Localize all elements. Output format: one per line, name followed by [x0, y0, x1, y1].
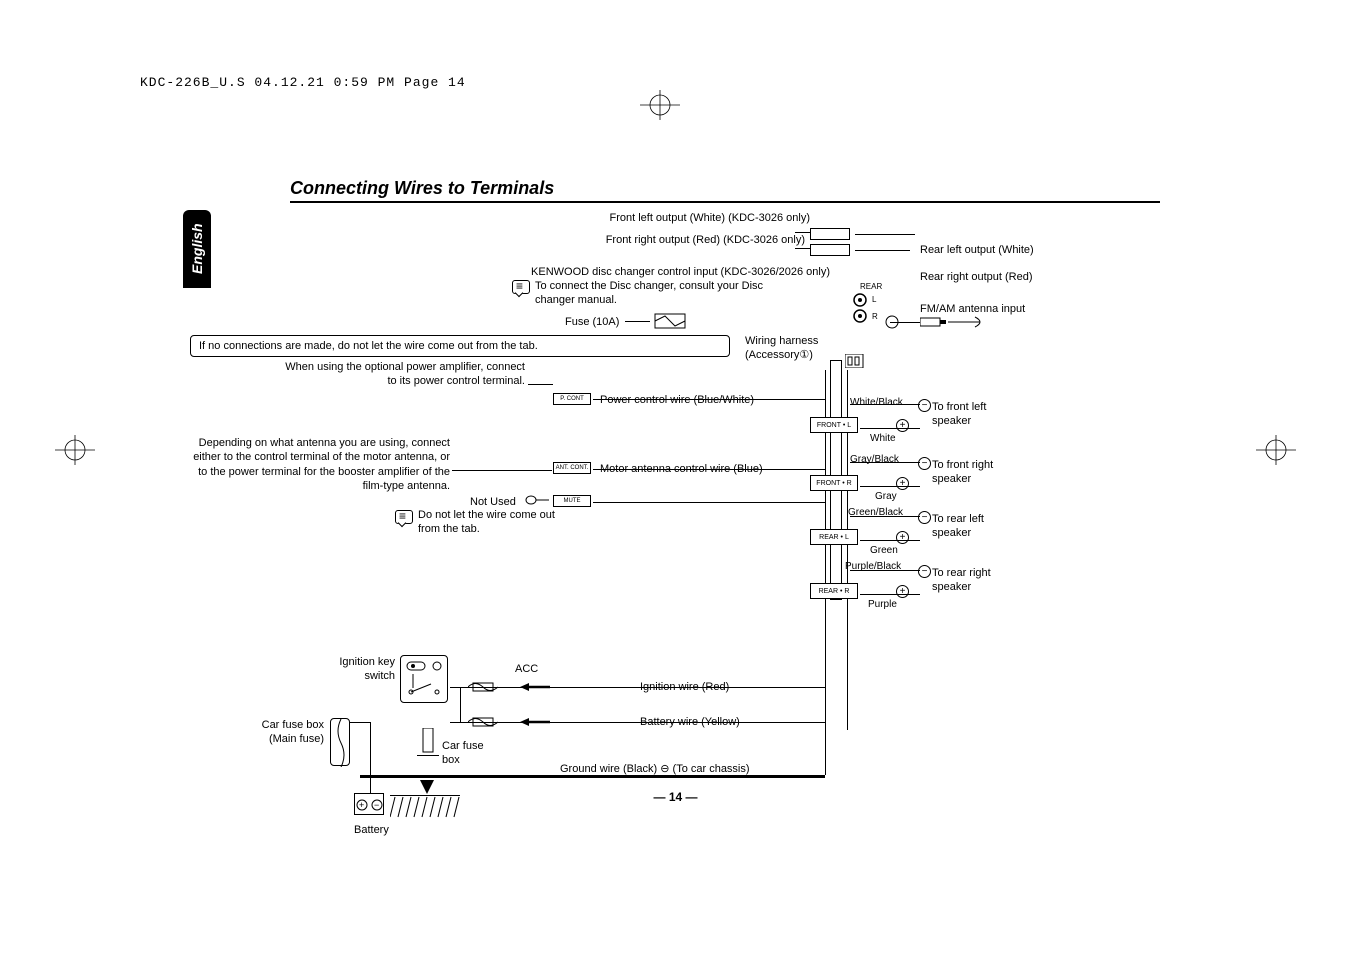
polarity-neg-fl: −: [918, 399, 931, 412]
speaker-box-rear-r: REAR • R: [810, 583, 858, 599]
ground-arrow-icon: [420, 780, 434, 794]
carfuse-box: [330, 718, 350, 766]
label-ground-wire: Ground wire (Black) ⊖ (To car chassis): [560, 762, 750, 776]
not-used-plug-icon: [525, 495, 549, 505]
label-ign-wire: Ignition wire (Red): [640, 680, 729, 694]
label-front-left-out: Front left output (White) (KDC-3026 only…: [460, 211, 810, 225]
label-white: White: [870, 432, 896, 445]
car-fuse-box-icon: [417, 728, 439, 756]
polarity-neg-rr: −: [918, 565, 931, 578]
harness-connector-icon: [845, 354, 865, 368]
label-green: Green: [870, 544, 898, 557]
note-icon-2: [395, 510, 413, 524]
polarity-pos-fr: +: [896, 477, 909, 490]
label-rear-right-spk: To rear right speaker: [932, 566, 1002, 595]
page-number: — 14 —: [653, 790, 697, 804]
label-green-black: Green/Black: [848, 506, 903, 519]
arrow-ign: [520, 683, 550, 691]
polarity-pos-rr: +: [896, 585, 909, 598]
label-rear-tag: REAR: [860, 282, 882, 292]
svg-text:−: −: [374, 800, 379, 810]
label-rear-right-out: Rear right output (Red): [920, 270, 1033, 284]
label-gray-black: Gray/Black: [850, 453, 899, 466]
crop-mark-right: [1256, 435, 1296, 465]
no-connection-warning: If no connections are made, do not let t…: [190, 335, 730, 357]
antenna-input-circle: [885, 315, 899, 329]
speaker-box-front-r: FRONT • R: [810, 475, 858, 491]
speaker-box-rear-l: REAR • L: [810, 529, 858, 545]
ground-hatch-icon: [390, 795, 460, 825]
crop-mark-top: [640, 90, 680, 120]
label-power-amp-note: When using the optional power amplifier,…: [280, 360, 525, 389]
label-fuse: Fuse (10A): [565, 315, 619, 329]
speaker-box-front-l: FRONT • L: [810, 417, 858, 433]
wire-tag-mute: MUTE: [553, 495, 591, 507]
fuse-icon: [650, 306, 690, 336]
rca-front-right: [810, 244, 850, 256]
label-kenwood-changer: KENWOOD disc changer control input (KDC-…: [440, 265, 830, 279]
label-white-black: White/Black: [850, 396, 903, 409]
page-header: KDC-226B_U.S 04.12.21 0:59 PM Page 14: [140, 75, 466, 90]
wiring-diagram: Front left output (White) (KDC-3026 only…: [190, 200, 1160, 800]
label-acc: ACC: [515, 662, 538, 676]
crop-mark-left: [55, 435, 95, 465]
wire-tag-antcont: ANT. CONT.: [553, 462, 591, 474]
label-battery: Battery: [354, 823, 389, 837]
battery-icon: +−: [354, 793, 384, 815]
rca-front-left: [810, 228, 850, 240]
label-l: L: [872, 295, 876, 305]
label-purple-black: Purple/Black: [845, 560, 901, 573]
label-car-fuse-main: Car fuse box (Main fuse): [248, 718, 324, 747]
arrow-batt: [520, 718, 550, 726]
label-rear-left-out: Rear left output (White): [920, 243, 1034, 257]
note-icon: [512, 280, 530, 294]
polarity-neg-rl: −: [918, 511, 931, 524]
ignition-box: [400, 655, 448, 703]
label-disc-note: To connect the Disc changer, consult you…: [535, 279, 785, 308]
label-wiring-harness: Wiring harness (Accessory①): [745, 334, 845, 363]
label-antenna-note: Depending on what antenna you are using,…: [190, 436, 450, 493]
label-front-left-spk: To front left speaker: [932, 400, 1002, 429]
svg-text:+: +: [359, 800, 364, 810]
label-r: R: [872, 312, 878, 322]
label-front-right-spk: To front right speaker: [932, 458, 1002, 487]
polarity-pos-rl: +: [896, 531, 909, 544]
polarity-neg-fr: −: [918, 457, 931, 470]
label-front-right-out: Front right output (Red) (KDC-3026 only): [460, 233, 805, 247]
antenna-plug-icon: [920, 315, 990, 330]
label-gray: Gray: [875, 490, 897, 503]
label-no-tab-note: Do not let the wire come out from the ta…: [418, 508, 568, 537]
wire-tag-pcont: P. CONT: [553, 393, 591, 405]
polarity-pos-fl: +: [896, 419, 909, 432]
label-batt-wire: Battery wire (Yellow): [640, 715, 740, 729]
rear-jacks-icon: [850, 292, 890, 332]
label-rear-left-spk: To rear left speaker: [932, 512, 1002, 541]
label-purple: Purple: [868, 598, 897, 611]
label-car-fuse: Car fuse box: [442, 739, 492, 768]
label-power-ctrl: Power control wire (Blue/White): [600, 393, 754, 407]
label-ign-switch: Ignition key switch: [327, 655, 395, 684]
